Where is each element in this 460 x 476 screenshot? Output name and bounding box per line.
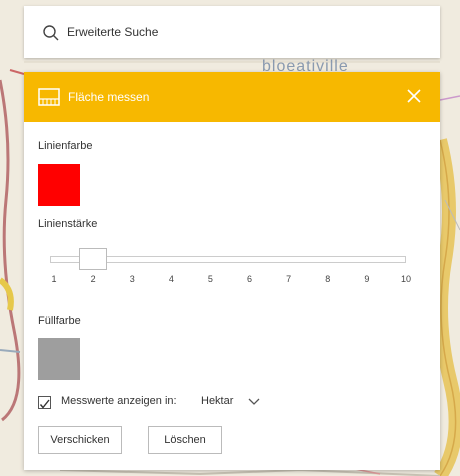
line-color-label: Linienfarbe [38, 140, 93, 152]
slider-tick-label: 6 [247, 274, 253, 284]
slider-tick-label: 10 [400, 274, 412, 284]
close-icon[interactable] [406, 88, 422, 104]
measure-area-panel: Fläche messen Linienfarbe Linienstärke 1… [24, 72, 440, 470]
show-values-checkbox[interactable] [38, 396, 51, 409]
slider-tick-label: 1 [51, 274, 57, 284]
slider-tick-label: 9 [364, 274, 370, 284]
panel-header: Fläche messen [24, 72, 440, 122]
slider-tick-label: 7 [286, 274, 292, 284]
show-values-label: Messwerte anzeigen in: [61, 395, 177, 407]
slider-tick-label: 5 [207, 274, 213, 284]
fill-color-label: Füllfarbe [38, 315, 81, 327]
line-width-slider-thumb[interactable] [79, 248, 108, 270]
chevron-down-icon[interactable] [248, 396, 260, 406]
search-bar[interactable]: Erweiterte Suche [24, 6, 440, 58]
slider-tick-label: 8 [325, 274, 331, 284]
line-color-swatch[interactable] [38, 164, 80, 206]
slider-tick-label: 4 [168, 274, 174, 284]
slider-tick-label: 3 [129, 274, 135, 284]
line-width-label: Linienstärke [38, 218, 98, 230]
send-button[interactable]: Verschicken [38, 426, 122, 454]
checkmark-icon [39, 399, 50, 409]
delete-button[interactable]: Löschen [148, 426, 222, 454]
slider-tick-label: 2 [90, 274, 96, 284]
search-icon [43, 25, 59, 41]
search-input[interactable]: Erweiterte Suche [67, 25, 158, 39]
unit-select[interactable]: Hektar [201, 395, 233, 407]
ruler-icon [38, 88, 60, 106]
fill-color-swatch[interactable] [38, 338, 80, 380]
panel-title: Fläche messen [68, 90, 150, 104]
